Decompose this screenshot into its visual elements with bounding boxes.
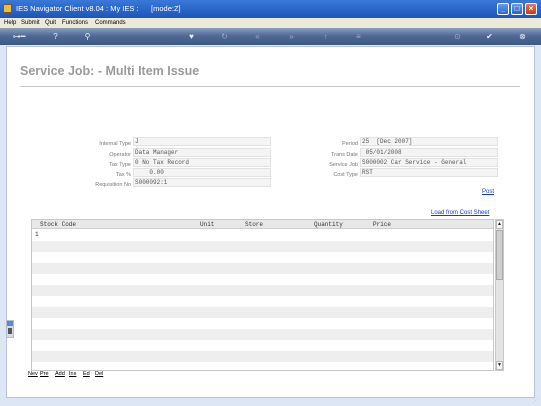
service-job-label: Service Job [329, 162, 358, 168]
service-job-field[interactable]: S000002 Car Service - General [360, 158, 498, 167]
up-arrow-icon[interactable]: ↑ [320, 31, 331, 42]
tax-type-field[interactable]: 0 No Tax Record [133, 158, 271, 167]
lock-icon[interactable]: ⊙ [452, 31, 463, 42]
tax-type-label: Tax Type [109, 162, 131, 168]
table-row[interactable] [32, 329, 493, 340]
table-row[interactable]: 1 [32, 230, 493, 241]
period-field[interactable]: 25 [Dec 2007] [360, 137, 498, 146]
table-row[interactable] [32, 263, 493, 274]
table-row[interactable] [32, 274, 493, 285]
operator-label: Operator [109, 152, 131, 158]
items-grid: Stock Code Unit Store Quantity Price 1 [31, 219, 494, 371]
help-icon[interactable]: ? [50, 31, 61, 42]
form-panel: Service Job: - Multi Item Issue Internal… [6, 46, 535, 398]
period-label: Period [342, 141, 358, 147]
delete-button[interactable]: Del [95, 371, 103, 377]
toolbar: ⊶━ ? ⚲ ♥ ↻ « » ↑ ≡ ⊙ ✔ ⊗ [0, 28, 541, 45]
refresh-icon[interactable]: ↻ [219, 31, 230, 42]
status-bar: ⋰ [0, 398, 541, 406]
col-price[interactable]: Price [373, 221, 391, 228]
internal-type-label: Internal Type [99, 141, 131, 147]
menu-commands[interactable]: Commands [95, 18, 126, 28]
row-number: 1 [35, 231, 39, 238]
menu-submit[interactable]: Submit [21, 18, 40, 28]
rewind-icon[interactable]: « [252, 31, 263, 42]
col-stock-code[interactable]: Stock Code [40, 221, 76, 228]
scroll-up-icon[interactable]: ▲ [496, 220, 503, 229]
fast-forward-icon[interactable]: » [286, 31, 297, 42]
page-title: Service Job: - Multi Item Issue [20, 64, 200, 78]
check-icon[interactable]: ✔ [484, 31, 495, 42]
col-unit[interactable]: Unit [200, 221, 214, 228]
cost-type-label: Cost Type [333, 172, 358, 178]
app-icon [3, 4, 12, 13]
tax-pct-field[interactable]: 0.00 [133, 168, 271, 177]
menu-quit[interactable]: Quit [45, 18, 56, 28]
edit-button[interactable]: Ed [83, 371, 90, 377]
side-panel-toggle[interactable] [6, 320, 14, 338]
table-row[interactable] [32, 241, 493, 252]
close-window-button[interactable]: × [525, 3, 537, 15]
requisition-field[interactable]: S000092:1 [133, 178, 271, 187]
internal-type-field[interactable]: J [133, 137, 271, 146]
table-row[interactable] [32, 252, 493, 263]
table-row[interactable] [32, 285, 493, 296]
trans-date-label: Trans Date [330, 152, 358, 158]
next-button[interactable]: Nev [28, 371, 38, 377]
key-icon[interactable]: ⊶━ [8, 31, 30, 42]
requisition-label: Requisition No [95, 182, 131, 188]
search-icon[interactable]: ⚲ [82, 31, 93, 42]
tax-pct-label: Tax % [116, 172, 131, 178]
col-quantity[interactable]: Quantity [314, 221, 343, 228]
load-cost-sheet-link[interactable]: Load from Cost Sheet [431, 210, 489, 216]
add-button[interactable]: Add [55, 371, 65, 377]
table-row[interactable] [32, 318, 493, 329]
post-link[interactable]: Post [482, 189, 494, 195]
grid-header: Stock Code Unit Store Quantity Price [32, 220, 493, 229]
table-row[interactable] [32, 362, 493, 370]
insert-button[interactable]: Ins [69, 371, 76, 377]
app-window: IES Navigator Client v8.04 : My IES : [m… [0, 0, 541, 406]
prev-button[interactable]: Pre [40, 371, 49, 377]
resize-grip-icon[interactable]: ⋰ [531, 399, 538, 404]
cost-type-field[interactable]: RST [360, 168, 498, 177]
maximize-button[interactable]: □ [511, 3, 523, 15]
table-row[interactable] [32, 351, 493, 362]
list-icon[interactable]: ≡ [353, 31, 364, 42]
panel-marker-icon [8, 328, 12, 334]
scroll-down-icon[interactable]: ▼ [496, 361, 503, 370]
panel-tab-icon [7, 321, 13, 326]
menu-functions[interactable]: Functions [62, 18, 88, 28]
table-row[interactable] [32, 307, 493, 318]
menu-bar: Help Submit Quit Functions Commands [0, 18, 541, 28]
minimize-button[interactable]: _ [497, 3, 509, 15]
trans-date-field[interactable]: 05/01/2008 [360, 148, 498, 157]
table-row[interactable] [32, 340, 493, 351]
col-store[interactable]: Store [245, 221, 263, 228]
scroll-thumb[interactable] [496, 230, 503, 280]
heart-icon[interactable]: ♥ [186, 31, 197, 42]
title-divider [20, 86, 520, 87]
table-row[interactable] [32, 296, 493, 307]
grid-scrollbar[interactable]: ▲ ▼ [495, 219, 504, 371]
menu-help[interactable]: Help [4, 18, 16, 28]
title-bar: IES Navigator Client v8.04 : My IES : [m… [0, 0, 541, 18]
operator-field[interactable]: Data Manager [133, 148, 271, 157]
close-icon[interactable]: ⊗ [517, 31, 528, 42]
window-title: IES Navigator Client v8.04 : My IES : [m… [16, 4, 181, 13]
